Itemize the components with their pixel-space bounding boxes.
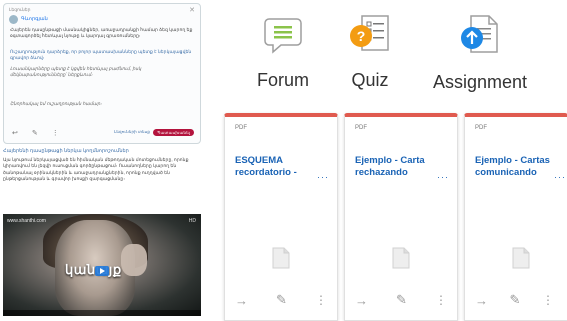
- tool-quiz-label: Quiz: [351, 70, 389, 90]
- tool-assignment[interactable]: Assignment: [429, 14, 531, 93]
- more-vert-icon[interactable]: ⋮: [542, 294, 554, 306]
- document-icon: [272, 247, 290, 269]
- edit-icon[interactable]: ✎: [510, 292, 521, 308]
- video-controls[interactable]: [3, 310, 201, 316]
- tool-forum[interactable]: Forum: [243, 14, 323, 91]
- card-file-type: PDF: [355, 125, 367, 131]
- quiz-icon: ?: [350, 15, 389, 51]
- reply-button[interactable]: Պատասխանել: [153, 129, 194, 136]
- more-options-icon[interactable]: ···: [317, 172, 329, 182]
- document-icon: [512, 247, 530, 269]
- assignment-icon: [461, 15, 498, 53]
- card-actions: → ✎ ⋮: [475, 292, 554, 308]
- left-column: Լեզուներ ✕ Գևորգյան Հայերեն դասընթացի մա…: [0, 0, 203, 316]
- edit-icon[interactable]: ✎: [396, 292, 407, 308]
- article-text: Այս նյութում ներկայացված են հիմնական մեթ…: [3, 157, 189, 181]
- tool-quiz[interactable]: ? Quiz: [340, 14, 400, 91]
- resource-card[interactable]: PDF Ejemplo - Carta rechazando ··· → ✎ ⋮: [344, 113, 458, 321]
- more-icon[interactable]: ⋮: [52, 129, 59, 137]
- article-heading[interactable]: Հայերենի դասընթացի ներկա կողմնորոշումներ: [3, 148, 199, 154]
- video-quality-badge: HD: [188, 218, 196, 224]
- article-block: Հայերենի դասընթացի ներկա կողմնորոշումներ…: [3, 148, 199, 210]
- reply-arrow-icon[interactable]: ↩: [12, 129, 18, 137]
- resource-card[interactable]: PDF ESQUEMA recordatorio - ··· → ✎ ⋮: [224, 113, 338, 321]
- card-file-type: PDF: [235, 125, 247, 131]
- post-paragraph: Ուշադրություն դարձրեք, որ բոլոր պատասխան…: [10, 49, 192, 61]
- video-title: կանայք: [65, 262, 122, 277]
- more-options-icon[interactable]: ···: [437, 172, 449, 182]
- more-options-icon[interactable]: ···: [554, 172, 566, 182]
- post-paragraph: Հայերեն դասընթացի մասնակիցներ, առաջադրան…: [10, 27, 193, 39]
- open-arrow-icon[interactable]: →: [355, 293, 368, 308]
- play-icon[interactable]: [95, 266, 109, 276]
- post-paragraph: Լուսանկարները պետք է կցվեն հետևյալ բաժնո…: [10, 66, 142, 78]
- tool-forum-label: Forum: [256, 70, 309, 90]
- post-paragraph: Շնորհակալ եմ ուշադրության համար։: [10, 101, 102, 106]
- document-icon: [392, 247, 410, 269]
- post-meta: Լեզուներ: [9, 7, 31, 12]
- card-title[interactable]: Ejemplo - Carta rechazando: [355, 155, 435, 179]
- avatar: [9, 15, 18, 24]
- open-arrow-icon[interactable]: →: [235, 293, 248, 308]
- edit-icon[interactable]: ✎: [276, 292, 287, 308]
- more-vert-icon[interactable]: ⋮: [435, 294, 447, 306]
- card-actions: → ✎ ⋮: [235, 292, 327, 308]
- open-arrow-icon[interactable]: →: [475, 293, 488, 308]
- card-title[interactable]: Ejemplo - Cartas comunicando: [475, 155, 555, 179]
- forum-post-card: Լեզուներ ✕ Գևորգյան Հայերեն դասընթացի մա…: [3, 3, 201, 144]
- card-actions: → ✎ ⋮: [355, 292, 447, 308]
- video-player[interactable]: www.shanthi.com HD կանայք: [3, 214, 201, 316]
- resource-card[interactable]: PDF Ejemplo - Cartas comunicando ··· → ✎…: [464, 113, 567, 321]
- post-actions: ↩ ✎ ⋮: [12, 129, 59, 137]
- card-file-type: PDF: [475, 125, 487, 131]
- card-title[interactable]: ESQUEMA recordatorio -: [235, 155, 315, 179]
- forum-icon: [264, 18, 302, 54]
- edit-icon[interactable]: ✎: [32, 129, 38, 137]
- post-tag[interactable]: Լեզուների տեսք: [114, 129, 150, 134]
- video-frame-hand: [121, 244, 147, 276]
- tool-assignment-label: Assignment: [432, 72, 528, 92]
- more-vert-icon[interactable]: ⋮: [315, 294, 327, 306]
- course-activities-panel: Forum ? Quiz Assignment PDF ESQUEMA reco…: [209, 0, 567, 321]
- close-icon[interactable]: ✕: [189, 6, 195, 14]
- svg-text:?: ?: [357, 28, 366, 44]
- video-watermark: www.shanthi.com: [7, 218, 46, 224]
- post-author[interactable]: Գևորգյան: [21, 16, 48, 22]
